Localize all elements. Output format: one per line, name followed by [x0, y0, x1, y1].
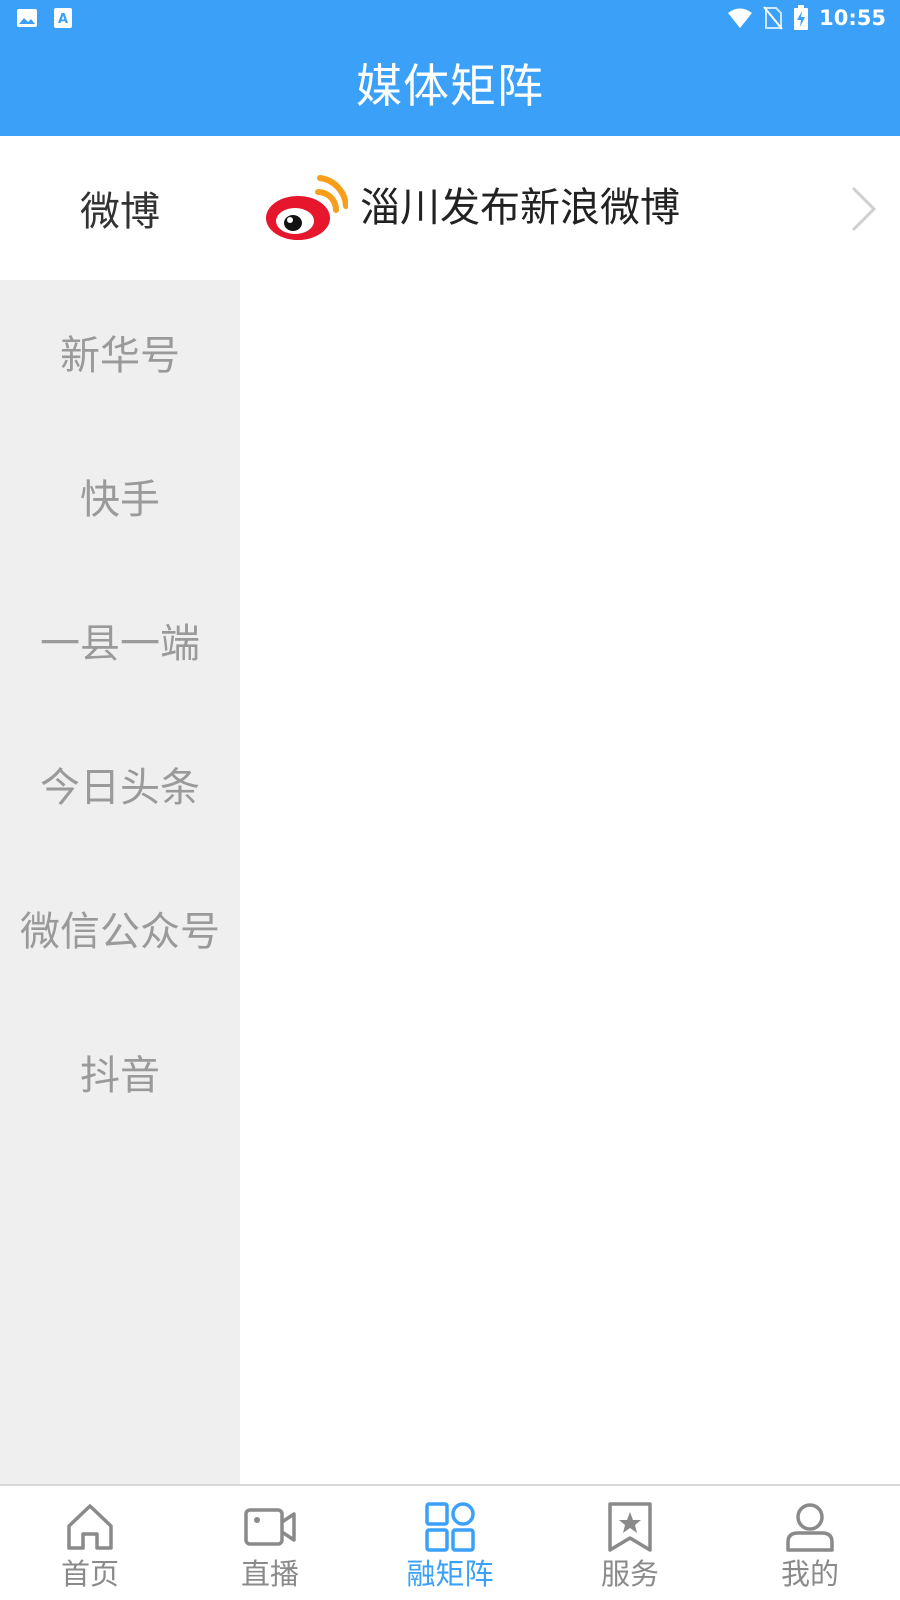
tab-label: 我的	[780, 1557, 839, 1591]
video-camera-icon	[244, 1508, 296, 1546]
text-app-icon: A	[54, 8, 72, 28]
sidebar-item-kuaishou[interactable]: 快手	[0, 424, 240, 568]
svg-text:A: A	[58, 12, 68, 27]
no-sim-icon	[763, 6, 783, 30]
sidebar-item-douyin[interactable]: 抖音	[0, 1000, 240, 1144]
tab-label: 首页	[60, 1557, 119, 1591]
user-icon	[786, 1503, 834, 1552]
weibo-logo-icon	[266, 175, 348, 240]
grid-icon	[425, 1502, 475, 1552]
media-list: 淄川发布新浪微博	[240, 136, 900, 1484]
sidebar-item-label: 一县一端	[40, 621, 200, 667]
tab-mine[interactable]: 我的	[720, 1486, 900, 1600]
media-account-name: 淄川发布新浪微博	[360, 185, 680, 231]
sidebar-item-county-app[interactable]: 一县一端	[0, 568, 240, 712]
tab-label: 直播	[240, 1557, 299, 1591]
sidebar-item-xinhua[interactable]: 新华号	[0, 280, 240, 424]
wifi-icon	[728, 8, 753, 28]
bottom-tab-bar: 首页 直播 融矩阵 服务 我的	[0, 1484, 900, 1600]
sidebar-item-label: 快手	[80, 477, 160, 523]
status-bar: A 10:55	[0, 0, 900, 36]
sidebar-item-wechat[interactable]: 微信公众号	[0, 856, 240, 1000]
tab-label: 融矩阵	[406, 1557, 494, 1591]
page-title: 媒体矩阵	[356, 59, 544, 113]
top-app-bar: 媒体矩阵	[0, 36, 900, 136]
clock: 10:55	[819, 6, 886, 30]
sidebar-item-label: 新华号	[60, 333, 180, 379]
tab-services[interactable]: 服务	[540, 1486, 720, 1600]
category-sidebar: 微博 新华号 快手 一县一端 今日头条 微信公众号 抖音	[0, 136, 240, 1484]
home-icon	[67, 1504, 113, 1550]
tab-live[interactable]: 直播	[180, 1486, 360, 1600]
sidebar-item-weibo[interactable]: 微博	[0, 136, 240, 280]
battery-charging-icon	[794, 5, 809, 30]
image-icon	[17, 9, 37, 27]
chevron-right-icon	[851, 186, 877, 232]
sidebar-item-label: 今日头条	[40, 765, 200, 811]
sidebar-item-label: 微信公众号	[20, 909, 220, 955]
list-item[interactable]: 淄川发布新浪微博	[240, 136, 900, 280]
sidebar-item-label: 抖音	[80, 1053, 160, 1099]
sidebar-item-label: 微博	[80, 189, 160, 235]
tab-media-matrix[interactable]: 融矩阵	[360, 1486, 540, 1600]
sidebar-item-toutiao[interactable]: 今日头条	[0, 712, 240, 856]
tab-label: 服务	[600, 1557, 659, 1591]
bookmark-star-icon	[608, 1502, 652, 1552]
tab-home[interactable]: 首页	[0, 1486, 180, 1600]
